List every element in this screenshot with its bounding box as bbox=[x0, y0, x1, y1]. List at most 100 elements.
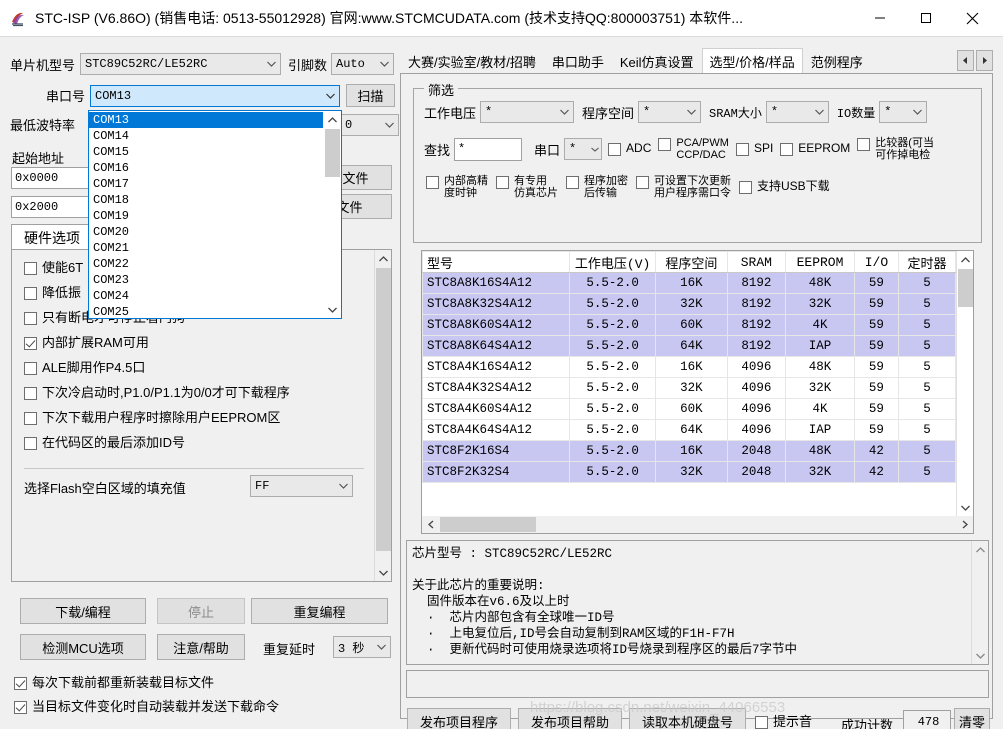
scroll-up-icon[interactable] bbox=[957, 251, 974, 268]
hardware-options-scrollbar[interactable] bbox=[374, 250, 391, 581]
feature-checkbox-2[interactable]: SPI bbox=[735, 142, 773, 156]
pin-count-combo[interactable]: Auto bbox=[331, 53, 395, 75]
checkbox-icon[interactable] bbox=[24, 262, 37, 275]
com-port-option-com13[interactable]: COM13 bbox=[89, 112, 323, 128]
download-program-button[interactable]: 下载/编程 bbox=[20, 598, 146, 624]
mcu-model-combo[interactable]: STC89C52RC/LE52RC bbox=[80, 53, 282, 75]
hardware-option-checkbox-4[interactable]: ALE脚用作P4.5口 bbox=[24, 361, 369, 375]
mcu-table-vscrollbar[interactable] bbox=[956, 251, 973, 516]
scrollbar-thumb[interactable] bbox=[958, 269, 973, 307]
baud-rate-combo[interactable]: 0 bbox=[340, 114, 399, 136]
io-count-combo[interactable]: * bbox=[879, 101, 928, 123]
autoload-on-change-checkbox[interactable]: 当目标文件变化时自动装载并发送下载命令 bbox=[14, 700, 279, 714]
scroll-right-icon[interactable] bbox=[956, 516, 973, 533]
mcu-table-column-header[interactable]: 程序空间 bbox=[655, 251, 728, 273]
tab-3[interactable]: 选型/价格/样品 bbox=[701, 48, 803, 73]
checkbox-icon[interactable] bbox=[24, 362, 37, 375]
scroll-up-icon[interactable] bbox=[324, 111, 341, 128]
feature-checkbox-3[interactable]: EEPROM bbox=[780, 142, 850, 156]
dropdown-scrollbar[interactable] bbox=[324, 111, 341, 318]
table-row[interactable]: STC8A8K60S4A12 5.5-2.0 60K 8192 4K 59 5 bbox=[422, 314, 956, 336]
checkbox-icon[interactable] bbox=[636, 176, 649, 189]
scroll-down-icon[interactable] bbox=[957, 499, 974, 516]
table-row[interactable]: STC8A4K16S4A12 5.5-2.0 16K 4096 48K 59 5 bbox=[422, 356, 956, 378]
flash-fill-combo[interactable]: FF bbox=[250, 475, 353, 497]
checkbox-icon[interactable] bbox=[780, 143, 794, 156]
com-port-combo[interactable]: COM13 bbox=[90, 84, 340, 107]
feature-checkbox-b-3[interactable]: 可设置下次更新 用户程序需口令 bbox=[636, 175, 731, 199]
close-button[interactable] bbox=[949, 0, 995, 36]
tab-4[interactable]: 范例程序 bbox=[802, 50, 871, 73]
scroll-down-icon[interactable] bbox=[972, 647, 989, 664]
feature-checkbox-b-4[interactable]: 支持USB下载 bbox=[739, 180, 830, 194]
com-port-option-com25[interactable]: COM25 bbox=[89, 304, 323, 318]
table-row[interactable]: STC8A4K60S4A12 5.5-2.0 60K 4096 4K 59 5 bbox=[422, 398, 956, 420]
repeat-delay-combo[interactable]: 3 秒 bbox=[333, 636, 391, 658]
scroll-down-icon[interactable] bbox=[375, 564, 392, 581]
checkbox-icon[interactable] bbox=[735, 143, 749, 156]
feature-checkbox-b-2[interactable]: 程序加密 后传输 bbox=[566, 175, 628, 199]
feature-checkbox-4[interactable]: 比较器(可当 可作掉电检 bbox=[857, 137, 934, 161]
beep-checkbox[interactable]: 提示音 bbox=[755, 715, 812, 729]
scroll-up-icon[interactable] bbox=[375, 250, 392, 267]
table-row[interactable]: STC8A8K32S4A12 5.5-2.0 32K 8192 32K 59 5 bbox=[422, 293, 956, 315]
scroll-down-icon[interactable] bbox=[324, 301, 341, 318]
mcu-table-column-header[interactable]: 型号 bbox=[422, 251, 571, 273]
checkbox-icon[interactable] bbox=[24, 412, 37, 425]
mcu-table-column-header[interactable]: 定时器 bbox=[897, 251, 956, 273]
table-row[interactable]: STC8A8K16S4A12 5.5-2.0 16K 8192 48K 59 5 bbox=[422, 272, 956, 294]
stop-button[interactable]: 停止 bbox=[157, 598, 245, 624]
com-port-option-com22[interactable]: COM22 bbox=[89, 256, 323, 272]
checkbox-icon[interactable] bbox=[24, 337, 37, 350]
checkbox-icon[interactable] bbox=[14, 701, 27, 714]
minimize-button[interactable] bbox=[857, 0, 903, 36]
hardware-option-checkbox-6[interactable]: 下次下载用户程序时擦除用户EEPROM区 bbox=[24, 411, 369, 425]
com-port-option-com19[interactable]: COM19 bbox=[89, 208, 323, 224]
feature-checkbox-1[interactable]: PCA/PWM CCP/DAC bbox=[658, 137, 729, 161]
com-port-dropdown-list[interactable]: COM13 COM14 COM15 COM16 COM17 COM18 COM19 COM20… bbox=[88, 110, 342, 319]
main-tab-next-button[interactable] bbox=[976, 50, 993, 71]
checkbox-icon[interactable] bbox=[24, 287, 37, 300]
sram-combo[interactable]: * bbox=[765, 101, 829, 123]
clear-count-button[interactable]: 清零 bbox=[954, 708, 990, 729]
checkbox-icon[interactable] bbox=[755, 716, 768, 729]
tab-2[interactable]: Keil仿真设置 bbox=[611, 50, 702, 73]
hardware-option-checkbox-7[interactable]: 在代码区的最后添加ID号 bbox=[24, 436, 369, 450]
com-port-option-com15[interactable]: COM15 bbox=[89, 144, 323, 160]
maximize-button[interactable] bbox=[903, 0, 949, 36]
progspace-combo[interactable]: * bbox=[638, 101, 702, 123]
checkbox-icon[interactable] bbox=[658, 138, 672, 151]
table-row[interactable]: STC8F2K16S4 5.5-2.0 16K 2048 48K 42 5 bbox=[422, 440, 956, 462]
mcu-table-hscrollbar[interactable] bbox=[422, 516, 973, 533]
checkbox-icon[interactable] bbox=[24, 312, 37, 325]
tab-hardware-options[interactable]: 硬件选项 bbox=[11, 224, 93, 250]
tab-0[interactable]: 大赛/实验室/教材/招聘 bbox=[400, 50, 544, 73]
checkbox-icon[interactable] bbox=[496, 176, 509, 189]
detect-mcu-options-button[interactable]: 检测MCU选项 bbox=[20, 634, 146, 660]
feature-checkbox-0[interactable]: ADC bbox=[608, 142, 651, 156]
hardware-option-checkbox-5[interactable]: 下次冷启动时,P1.0/P1.1为0/0才可下载程序 bbox=[24, 386, 369, 400]
com-port-option-com17[interactable]: COM17 bbox=[89, 176, 323, 192]
start-address-input[interactable]: 0x0000 bbox=[11, 167, 89, 189]
read-disk-id-button[interactable]: 读取本机硬盘号 bbox=[629, 708, 746, 729]
mcu-table-column-header[interactable]: SRAM bbox=[726, 251, 787, 273]
scroll-left-icon[interactable] bbox=[422, 516, 439, 533]
eeprom-address-input[interactable]: 0x2000 bbox=[11, 196, 89, 218]
feature-checkbox-b-0[interactable]: 内部高精 度时钟 bbox=[426, 175, 488, 199]
voltage-combo[interactable]: * bbox=[480, 101, 575, 123]
scrollbar-thumb[interactable] bbox=[376, 268, 391, 551]
com-port-option-com18[interactable]: COM18 bbox=[89, 192, 323, 208]
checkbox-icon[interactable] bbox=[608, 143, 622, 156]
com-port-option-com23[interactable]: COM23 bbox=[89, 272, 323, 288]
hardware-option-checkbox-3[interactable]: 内部扩展RAM可用 bbox=[24, 336, 369, 350]
search-input[interactable]: * bbox=[454, 137, 523, 161]
mcu-table-column-header[interactable]: 工作电压(V) bbox=[569, 251, 657, 273]
serial-combo[interactable]: * bbox=[564, 138, 603, 160]
checkbox-icon[interactable] bbox=[14, 677, 27, 690]
tab-1[interactable]: 串口助手 bbox=[543, 50, 612, 73]
scrollbar-thumb[interactable] bbox=[325, 129, 340, 177]
table-row[interactable]: STC8A4K32S4A12 5.5-2.0 32K 4096 32K 59 5 bbox=[422, 377, 956, 399]
com-port-option-com21[interactable]: COM21 bbox=[89, 240, 323, 256]
table-row[interactable]: STC8A8K64S4A12 5.5-2.0 64K 8192 IAP 59 5 bbox=[422, 335, 956, 357]
checkbox-icon[interactable] bbox=[24, 437, 37, 450]
